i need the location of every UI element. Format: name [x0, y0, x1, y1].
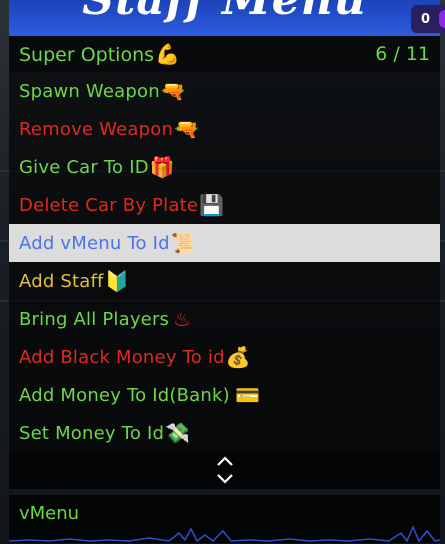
hud-badge-value: 0	[421, 11, 431, 27]
scroll-icon: 📜	[170, 231, 196, 255]
menu-item-remove-weapon[interactable]: Remove Weapon 🔫	[9, 110, 440, 148]
water-pistol-icon: 🔫	[160, 79, 186, 103]
menu-item-bring-players[interactable]: Bring All Players ♨	[9, 300, 440, 338]
menu-item-delete-car[interactable]: Delete Car By Plate 💾	[9, 186, 440, 224]
menu-item-add-money-bank[interactable]: Add Money To Id(Bank) 💳	[9, 376, 440, 414]
description-panel: vMenu	[9, 495, 440, 543]
menu-item-label: Add vMenu To Id	[19, 232, 170, 254]
menu-subheader: Super Options💪 6 / 11	[9, 36, 440, 72]
menu-item-label: Add Staff	[19, 270, 104, 292]
money-bag-icon: 💰	[225, 345, 251, 369]
hud-badge: 0	[411, 5, 445, 33]
staff-menu: Staff Menu Super Options💪 6 / 11 Spawn W…	[9, 0, 440, 543]
water-pistol-icon: 🔫	[174, 117, 199, 141]
menu-banner: Staff Menu	[9, 0, 440, 36]
menu-item-spawn-weapon[interactable]: Spawn Weapon 🔫	[9, 72, 440, 110]
gift-icon: 🎁	[149, 155, 175, 179]
menu-item-label: Give Car To ID	[19, 156, 149, 178]
menu-item-label: Set Money To Id	[19, 422, 165, 444]
beginner-shield-icon: 🔰	[104, 269, 130, 293]
menu-item-label: Delete Car By Plate	[19, 194, 199, 216]
menu-item-give-car[interactable]: Give Car To ID 🎁	[9, 148, 440, 186]
hud-badge-indicator	[439, 10, 445, 28]
scroll-indicator[interactable]	[9, 452, 440, 489]
menu-item-add-vmenu[interactable]: Add vMenu To Id 📜	[9, 224, 440, 262]
audio-waveform	[9, 525, 440, 543]
menu-item-label: Spawn Weapon	[19, 80, 160, 102]
menu-item-add-staff[interactable]: Add Staff 🔰	[9, 262, 440, 300]
banner-title: Staff Menu	[9, 0, 440, 25]
menu-item-label: Add Black Money To id	[19, 346, 225, 368]
floppy-disk-icon: 💾	[199, 193, 225, 217]
flexed-biceps-icon: 💪	[155, 42, 180, 66]
money-with-wings-icon: 💸	[165, 421, 190, 445]
credit-card-icon: 💳	[235, 383, 261, 407]
menu-item-label: Bring All Players	[19, 308, 170, 330]
hot-springs-icon: ♨	[173, 307, 192, 331]
item-counter: 6 / 11	[375, 43, 430, 65]
menu-item-set-money[interactable]: Set Money To Id 💸	[9, 414, 440, 452]
subheader-title: Super Options	[19, 44, 155, 66]
up-down-arrows-icon	[216, 455, 234, 487]
menu-item-label: Add Money To Id(Bank)	[19, 384, 230, 406]
menu-item-add-black-money[interactable]: Add Black Money To id 💰	[9, 338, 440, 376]
menu-item-label: Remove Weapon	[19, 118, 174, 140]
